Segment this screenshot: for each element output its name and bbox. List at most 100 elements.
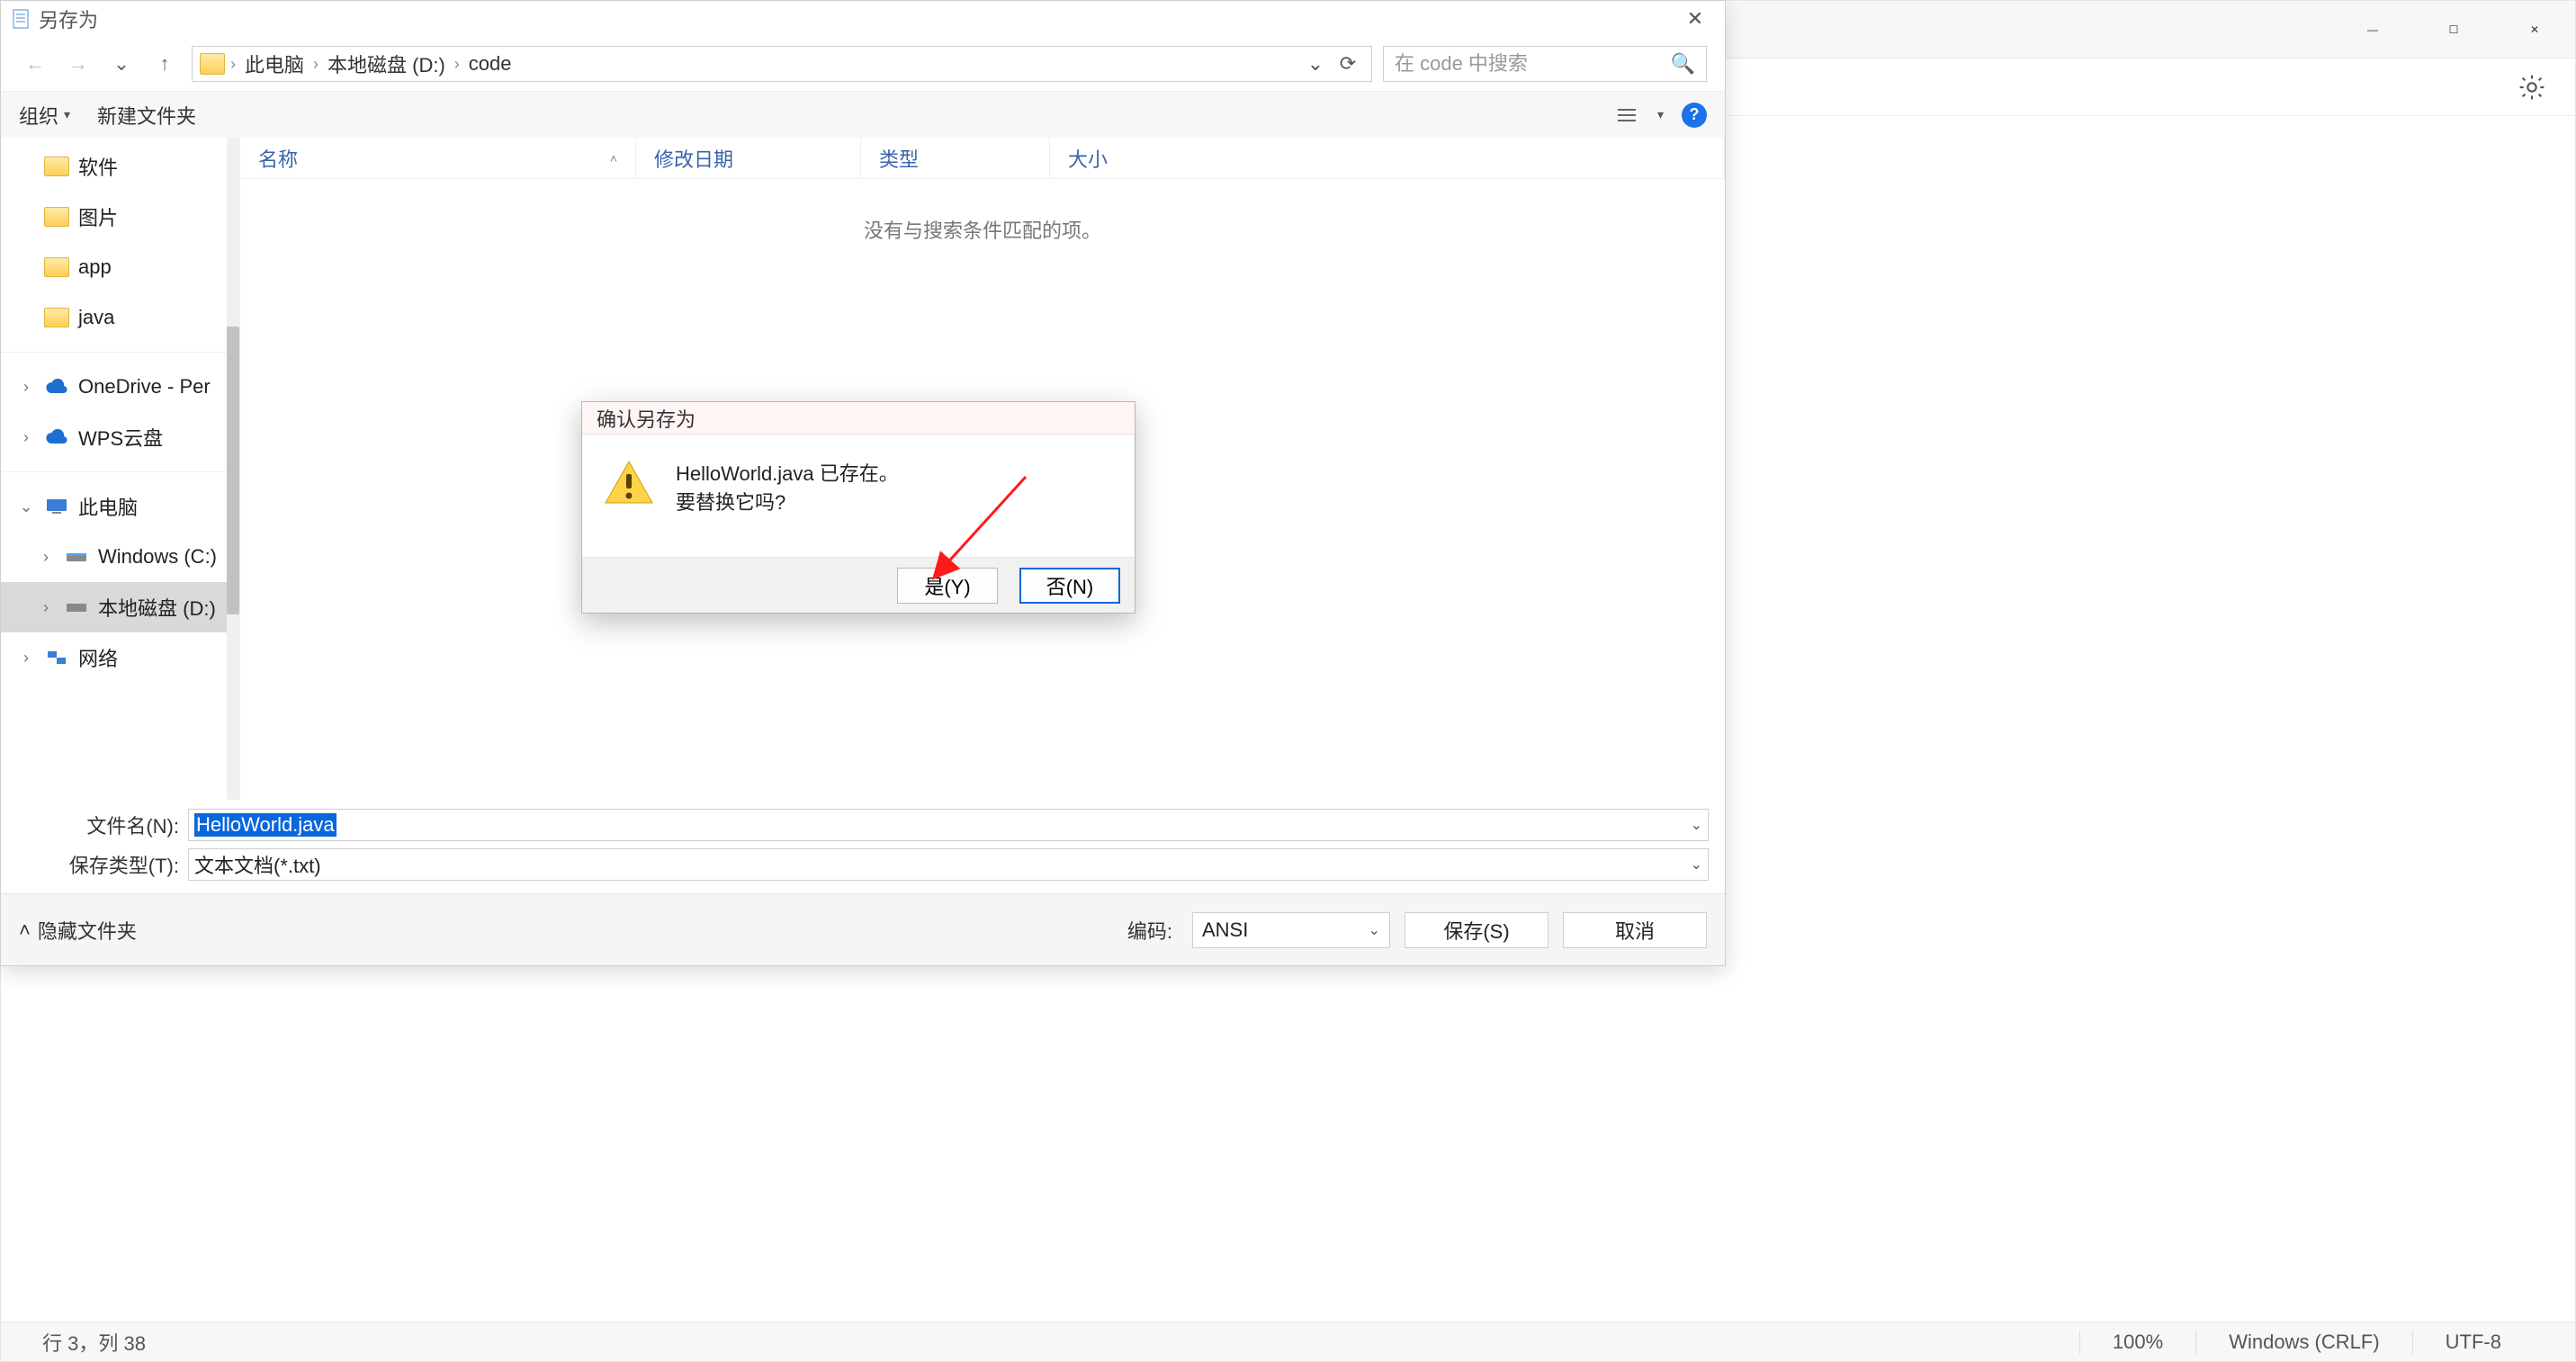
tree-item-drive-c[interactable]: › Windows (C:) [1, 532, 239, 582]
organize-button[interactable]: 组织 ▾ [19, 101, 70, 130]
cloud-icon [44, 427, 69, 447]
status-encoding[interactable]: UTF-8 [2412, 1331, 2534, 1354]
chevron-down-icon: ⌄ [1369, 921, 1380, 939]
tree-scrollbar[interactable] [227, 138, 239, 800]
status-zoom[interactable]: 100% [2079, 1331, 2195, 1354]
col-label: 名称 [258, 144, 298, 173]
tree-label: 此电脑 [78, 492, 138, 521]
pc-icon [44, 497, 69, 516]
nav-recent-button[interactable]: ⌄ [105, 48, 138, 80]
warning-icon [604, 460, 654, 505]
dialog-toolbar: 组织 ▾ 新建文件夹 ▾ ? [1, 91, 1725, 138]
tree-label: WPS云盘 [78, 423, 163, 452]
tree-item-pictures[interactable]: 图片 [1, 192, 239, 242]
folder-icon [44, 257, 69, 277]
filetype-field[interactable]: 文本文档(*.txt) ⌄ [188, 848, 1709, 881]
folder-icon [44, 308, 69, 327]
cloud-icon [44, 377, 69, 397]
expand-icon[interactable]: › [17, 378, 35, 397]
chevron-up-icon: ˄ [19, 918, 31, 942]
refresh-button[interactable]: ⟳ [1332, 47, 1364, 81]
filename-field[interactable]: HelloWorld.java ⌄ [188, 809, 1709, 841]
close-button[interactable]: ✕ [2494, 1, 2575, 58]
tree-item-wps[interactable]: › WPS云盘 [1, 412, 239, 462]
address-bar[interactable]: › 此电脑 › 本地磁盘 (D:) › code ⌄ ⟳ [192, 46, 1372, 82]
encoding-combo[interactable]: ANSI ⌄ [1192, 912, 1390, 948]
status-eol[interactable]: Windows (CRLF) [2195, 1331, 2411, 1354]
col-label: 大小 [1068, 144, 1108, 173]
organize-label: 组织 [19, 101, 58, 130]
modal-title: 确认另存为 [582, 402, 1135, 435]
nav-tree: 软件 图片 app java › OneDrive - Per › WPS云盘 ⌄ 此… [1, 138, 240, 800]
modal-no-button[interactable]: 否(N) [1019, 568, 1120, 604]
tree-label: app [78, 255, 112, 279]
status-cursor-pos: 行 3，列 38 [42, 1328, 178, 1357]
cancel-button[interactable]: 取消 [1563, 912, 1707, 948]
folder-icon [44, 207, 69, 227]
view-mode-button[interactable] [1614, 105, 1639, 125]
crumb-root[interactable]: 此电脑 [236, 49, 313, 78]
search-box[interactable]: 🔍 [1383, 46, 1707, 82]
chevron-down-icon[interactable]: ⌄ [1691, 816, 1702, 834]
new-folder-button[interactable]: 新建文件夹 [97, 101, 196, 130]
app-statusbar: 行 3，列 38 100% Windows (CRLF) UTF-8 [1, 1322, 2575, 1361]
tree-item-thispc[interactable]: ⌄ 此电脑 [1, 481, 239, 532]
modal-line2: 要替换它吗? [676, 488, 899, 517]
filename-value: HelloWorld.java [194, 813, 337, 837]
confirm-modal: 确认另存为 HelloWorld.java 已存在。 要替换它吗? 是(Y) 否… [581, 401, 1135, 614]
crumb-drive[interactable]: 本地磁盘 (D:) [319, 49, 454, 78]
tree-item-software[interactable]: 软件 [1, 141, 239, 192]
nav-up-button[interactable]: ↑ [148, 48, 181, 80]
folder-icon [200, 53, 225, 75]
chevron-down-icon[interactable]: ⌄ [1691, 856, 1702, 874]
encoding-label: 编码: [1127, 916, 1172, 945]
crumb-folder[interactable]: code [460, 52, 521, 76]
nav-forward-button[interactable]: → [62, 48, 94, 80]
file-header: 名称 ˄ 修改日期 类型 大小 [240, 138, 1725, 179]
tree-item-java[interactable]: java [1, 292, 239, 343]
expand-icon[interactable]: › [17, 428, 35, 447]
help-button[interactable]: ? [1682, 103, 1707, 128]
settings-icon[interactable] [2518, 73, 2546, 102]
search-icon: 🔍 [1671, 52, 1695, 76]
maximize-button[interactable]: ☐ [2413, 1, 2494, 58]
modal-footer: 是(Y) 否(N) [582, 557, 1135, 613]
tree-item-app[interactable]: app [1, 242, 239, 292]
minimize-button[interactable]: — [2332, 1, 2413, 58]
address-dropdown-button[interactable]: ⌄ [1299, 47, 1332, 81]
tree-scrollbar-thumb[interactable] [227, 327, 239, 614]
expand-icon[interactable]: › [37, 548, 55, 567]
expand-icon[interactable]: › [17, 649, 35, 668]
collapse-icon[interactable]: ⌄ [17, 497, 35, 516]
dialog-icon [10, 8, 31, 30]
chevron-down-icon: ▾ [64, 107, 70, 122]
hide-folders-button[interactable]: ˄ 隐藏文件夹 [19, 916, 137, 945]
modal-yes-button[interactable]: 是(Y) [897, 568, 998, 604]
col-name[interactable]: 名称 ˄ [240, 138, 636, 178]
nav-row: ← → ⌄ ↑ › 此电脑 › 本地磁盘 (D:) › code ⌄ ⟳ 🔍 [1, 37, 1725, 91]
tree-label: OneDrive - Per [78, 375, 211, 399]
drive-icon [64, 547, 89, 567]
network-icon [44, 648, 69, 668]
col-date[interactable]: 修改日期 [636, 138, 861, 178]
nav-back-button[interactable]: ← [19, 48, 51, 80]
tree-item-drive-d[interactable]: ›本地磁盘 (D:) [1, 582, 239, 632]
drive-icon [64, 597, 89, 617]
chevron-down-icon[interactable]: ▾ [1657, 107, 1664, 122]
search-input[interactable] [1395, 52, 1671, 76]
dialog-inputs: 文件名(N): HelloWorld.java ⌄ 保存类型(T): 文本文档(… [1, 800, 1725, 893]
expand-icon[interactable]: › [37, 598, 55, 617]
tree-item-network[interactable]: ›网络 [1, 632, 239, 683]
save-button[interactable]: 保存(S) [1405, 912, 1548, 948]
dialog-close-button[interactable]: ✕ [1674, 5, 1716, 32]
tree-label: Windows (C:) [98, 545, 217, 569]
tree-item-onedrive[interactable]: › OneDrive - Per [1, 362, 239, 412]
tree-label: 软件 [78, 152, 118, 181]
encoding-value: ANSI [1202, 918, 1248, 942]
sort-asc-icon: ˄ [610, 151, 617, 166]
empty-message: 没有与搜索条件匹配的项。 [240, 179, 1725, 244]
col-label: 类型 [879, 144, 919, 173]
window-controls: — ☐ ✕ [2332, 1, 2575, 58]
col-size[interactable]: 大小 [1050, 138, 1725, 178]
col-type[interactable]: 类型 [861, 138, 1050, 178]
